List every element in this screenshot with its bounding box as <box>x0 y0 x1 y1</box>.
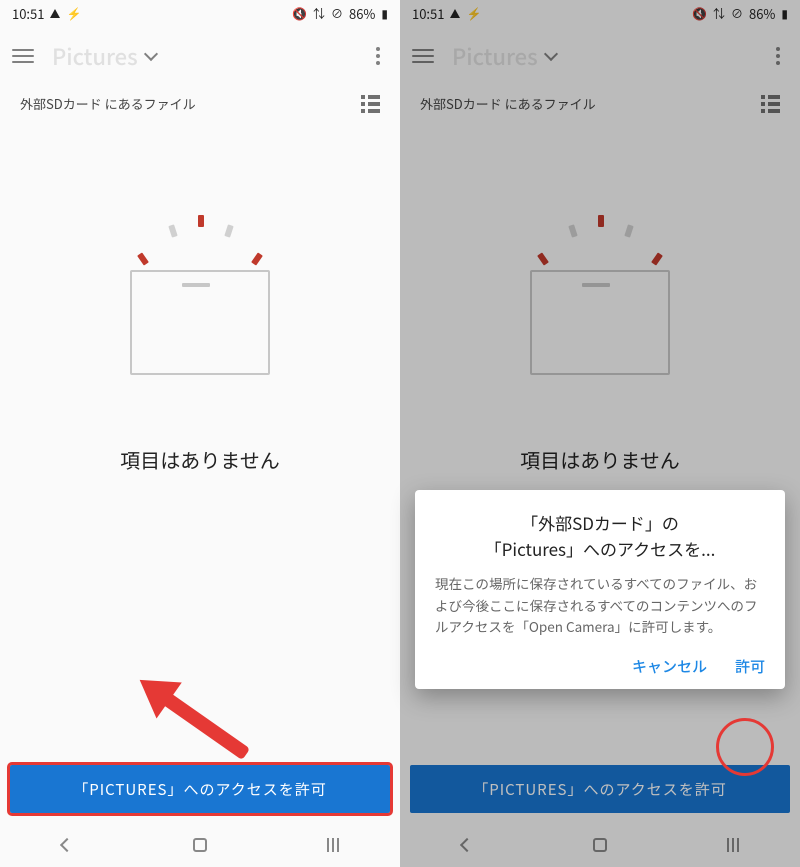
allow-access-label: 「PICTURES」へのアクセスを許可 <box>473 779 726 800</box>
folder-title-text: Pictures <box>452 40 538 72</box>
chevron-down-icon <box>544 47 558 61</box>
navigation-bar <box>0 823 400 867</box>
power-icon: ⚡ <box>66 5 81 22</box>
status-bar: 10:51 ⚡ 🔇 ⇅ ⊘ 86% ▮ <box>400 0 800 26</box>
folder-title-dropdown[interactable]: Pictures <box>452 40 756 72</box>
nav-back-button[interactable] <box>447 840 487 850</box>
navigation-bar <box>400 823 800 867</box>
allow-access-button[interactable]: 「PICTURES」へのアクセスを許可 <box>10 765 390 813</box>
status-time: 10:51 <box>12 4 44 23</box>
empty-state-text: 項目はありません <box>120 445 279 474</box>
warning-icon <box>450 9 460 18</box>
empty-state: 項目はありません <box>0 125 400 755</box>
allow-access-label: 「PICTURES」へのアクセスを許可 <box>73 779 326 800</box>
status-bar: 10:51 ⚡ 🔇 ⇅ ⊘ 86% ▮ <box>0 0 400 26</box>
battery-text: 86% <box>749 4 775 23</box>
annotation-circle <box>716 718 774 776</box>
view-list-icon[interactable] <box>361 95 380 113</box>
sub-header: 外部SDカード にあるファイル <box>400 86 800 125</box>
nav-back-button[interactable] <box>47 840 87 850</box>
empty-state-text: 項目はありません <box>520 445 679 474</box>
permission-dialog: 「外部SDカード」の 「Pictures」へのアクセスを... 現在この場所に保… <box>415 490 785 689</box>
overflow-menu-icon[interactable] <box>368 47 388 65</box>
wifi-icon: ⇅ <box>713 5 725 22</box>
no-sim-icon: ⊘ <box>731 5 743 22</box>
mute-icon: 🔇 <box>692 5 707 22</box>
dialog-title: 「外部SDカード」の 「Pictures」へのアクセスを... <box>435 510 765 561</box>
view-list-icon[interactable] <box>761 95 780 113</box>
allow-button[interactable]: 許可 <box>735 656 765 677</box>
dialog-body: 現在この場所に保存されているすべてのファイル、および今後ここに保存されるすべての… <box>435 573 765 638</box>
app-bar: Pictures <box>0 26 400 86</box>
status-time: 10:51 <box>412 4 444 23</box>
wifi-icon: ⇅ <box>313 5 325 22</box>
mute-icon: 🔇 <box>292 5 307 22</box>
nav-recents-button[interactable] <box>713 838 753 852</box>
dialog-actions: キャンセル 許可 <box>435 656 765 677</box>
power-icon: ⚡ <box>466 5 481 22</box>
cancel-button[interactable]: キャンセル <box>632 656 707 677</box>
folder-title-text: Pictures <box>52 40 138 72</box>
nav-home-button[interactable] <box>180 838 220 852</box>
battery-icon: ▮ <box>381 5 388 22</box>
nav-recents-button[interactable] <box>313 838 353 852</box>
battery-text: 86% <box>349 4 375 23</box>
empty-box-illustration <box>510 185 690 385</box>
warning-icon <box>50 9 60 18</box>
breadcrumb-path: 外部SDカード にあるファイル <box>420 94 596 113</box>
folder-title-dropdown[interactable]: Pictures <box>52 40 356 72</box>
nav-home-button[interactable] <box>580 838 620 852</box>
hamburger-menu-icon[interactable] <box>12 49 34 63</box>
battery-icon: ▮ <box>781 5 788 22</box>
overflow-menu-icon[interactable] <box>768 47 788 65</box>
empty-box-illustration <box>110 185 290 385</box>
sub-header: 外部SDカード にあるファイル <box>0 86 400 125</box>
no-sim-icon: ⊘ <box>331 5 343 22</box>
screenshot-left: 10:51 ⚡ 🔇 ⇅ ⊘ 86% ▮ Pictures 外部SDカード にある… <box>0 0 400 867</box>
chevron-down-icon <box>144 47 158 61</box>
breadcrumb-path: 外部SDカード にあるファイル <box>20 94 196 113</box>
app-bar: Pictures <box>400 26 800 86</box>
hamburger-menu-icon[interactable] <box>412 49 434 63</box>
screenshot-right: 10:51 ⚡ 🔇 ⇅ ⊘ 86% ▮ Pictures 外部SDカード にある… <box>400 0 800 867</box>
